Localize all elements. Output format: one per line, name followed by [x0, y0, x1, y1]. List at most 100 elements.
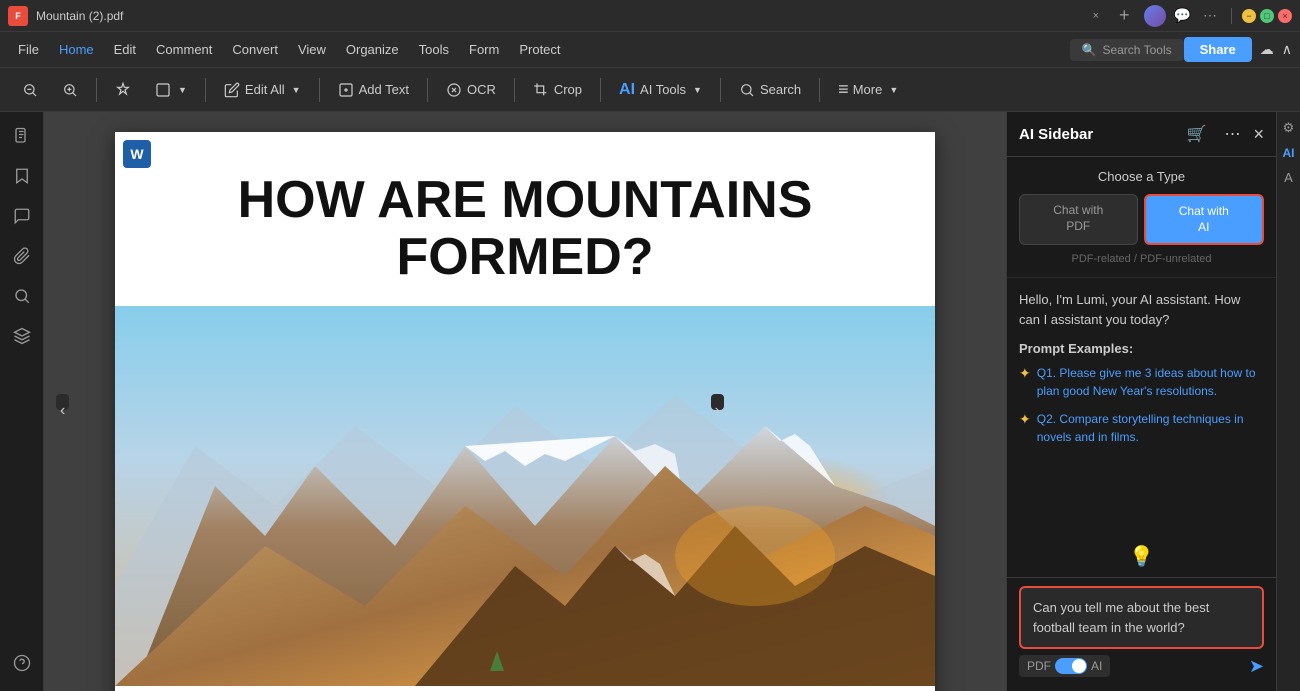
separator-7	[720, 78, 721, 102]
nav-prev-button[interactable]: ‹	[56, 394, 69, 410]
prompt-item-2: ✦ Q2. Compare storytelling techniques in…	[1019, 410, 1264, 446]
search-tools-label: Search Tools	[1102, 43, 1171, 57]
minimize-button[interactable]: −	[1242, 9, 1256, 23]
sidebar-item-help[interactable]	[6, 647, 38, 679]
shape-dropdown-arrow: ▼	[178, 85, 187, 95]
ai-sidebar-title: AI Sidebar	[1019, 126, 1174, 143]
chat-input[interactable]: Can you tell me about the best football …	[1019, 586, 1264, 649]
sidebar-item-search[interactable]	[6, 280, 38, 312]
right-panel-strip: ⚙ AI A	[1276, 112, 1300, 691]
ocr-icon	[446, 82, 462, 98]
ai-tools-button[interactable]: AI AI Tools ▼	[609, 76, 712, 104]
menubar: File Home Edit Comment Convert View Orga…	[0, 32, 1300, 68]
separator-2	[205, 78, 206, 102]
nav-next-button[interactable]: ›	[711, 394, 724, 410]
menu-edit[interactable]: Edit	[104, 38, 146, 61]
edit-all-button[interactable]: Edit All ▼	[214, 77, 311, 103]
lightbulb-icon: 💡	[1129, 544, 1154, 569]
prompt-text-1[interactable]: Q1. Please give me 3 ideas about how to …	[1037, 364, 1264, 400]
toggle-switch[interactable]	[1055, 658, 1087, 674]
ai-close-button[interactable]: ×	[1253, 124, 1264, 145]
chat-with-pdf-button[interactable]: Chat with PDF	[1019, 194, 1138, 245]
chat-with-ai-button[interactable]: Chat with AI	[1144, 194, 1265, 245]
chevron-up-icon[interactable]: ∧	[1282, 41, 1292, 58]
add-tab-button[interactable]: +	[1113, 5, 1136, 26]
search-tools-input[interactable]: 🔍 Search Tools	[1070, 39, 1184, 61]
search-icon	[739, 82, 755, 98]
add-text-button[interactable]: Add Text	[328, 77, 419, 103]
lightbulb-area: 💡	[1007, 536, 1276, 577]
menu-tools[interactable]: Tools	[409, 38, 459, 61]
settings-icon[interactable]: ⚙	[1283, 120, 1295, 136]
tab-filename: Mountain (2).pdf	[36, 9, 1079, 23]
menu-comment[interactable]: Comment	[146, 38, 222, 61]
menu-view[interactable]: View	[288, 38, 336, 61]
menu-protect[interactable]: Protect	[509, 38, 570, 61]
comment-icon	[13, 207, 31, 225]
cloud-icon[interactable]: ☁	[1260, 41, 1274, 58]
pdf-toggle-label[interactable]: PDF AI	[1019, 655, 1110, 677]
chat-icon[interactable]: 💬	[1170, 7, 1195, 24]
sidebar-item-attachments[interactable]	[6, 240, 38, 272]
share-button[interactable]: Share	[1184, 37, 1252, 62]
greeting-message: Hello, I'm Lumi, your AI assistant. How …	[1019, 290, 1264, 329]
prompt-text-2[interactable]: Q2. Compare storytelling techniques in n…	[1037, 410, 1264, 446]
word-icon: W	[123, 140, 151, 168]
mountain-svg	[115, 306, 935, 686]
menu-file[interactable]: File	[8, 38, 49, 61]
sidebar-item-comments[interactable]	[6, 200, 38, 232]
chat-area: Hello, I'm Lumi, your AI assistant. How …	[1007, 278, 1276, 536]
zoom-in-button[interactable]	[52, 77, 88, 103]
ocr-button[interactable]: OCR	[436, 77, 506, 103]
type-buttons: Chat with PDF Chat with AI	[1019, 194, 1264, 245]
menu-organize[interactable]: Organize	[336, 38, 409, 61]
edit-all-label: Edit All	[245, 82, 285, 97]
separator-1	[96, 78, 97, 102]
avatar	[1144, 5, 1166, 27]
pages-icon	[13, 127, 31, 145]
toggle-knob	[1072, 659, 1086, 673]
close-window-button[interactable]: ×	[1278, 9, 1292, 23]
edit-all-arrow: ▼	[292, 85, 301, 95]
edit-icon	[224, 82, 240, 98]
pdf-viewer[interactable]: W HOW ARE MOUNTAINS FORMED?	[44, 112, 1006, 691]
pdf-mountain-image	[115, 306, 935, 686]
ai-right-icon[interactable]: AI	[1283, 146, 1295, 160]
prompt-item-1: ✦ Q1. Please give me 3 ideas about how t…	[1019, 364, 1264, 400]
sidebar-item-layers[interactable]	[6, 320, 38, 352]
shape-button[interactable]: ▼	[145, 77, 197, 103]
pdf-label: PDF	[1027, 659, 1051, 673]
maximize-button[interactable]: □	[1260, 9, 1274, 23]
search-button[interactable]: Search	[729, 77, 811, 103]
translate-icon[interactable]: A	[1284, 170, 1293, 185]
input-area: Can you tell me about the best football …	[1007, 577, 1276, 691]
sidebar-item-pages[interactable]	[6, 120, 38, 152]
separator-5	[514, 78, 515, 102]
choose-type-label: Choose a Type	[1019, 169, 1264, 184]
more-options-icon[interactable]: ⋯	[1199, 7, 1221, 24]
app-logo: F	[8, 6, 28, 26]
ai-sidebar-header: AI Sidebar 🛒 ⋯ ×	[1007, 112, 1276, 157]
separator-3	[319, 78, 320, 102]
more-button[interactable]: ≡ More ▼	[828, 74, 908, 105]
ai-options-icon[interactable]: ⋯	[1219, 122, 1245, 146]
close-tab-button[interactable]: ×	[1087, 8, 1105, 24]
zoom-out-icon	[22, 82, 38, 98]
menu-convert[interactable]: Convert	[222, 38, 288, 61]
cart-icon[interactable]: 🛒	[1182, 122, 1212, 146]
more-icon: ≡	[838, 79, 848, 100]
pdf-document-title: HOW ARE MOUNTAINS FORMED?	[115, 132, 935, 306]
zoom-out-button[interactable]	[12, 77, 48, 103]
chat-input-text: Can you tell me about the best football …	[1033, 600, 1209, 635]
pdf-toggle[interactable]	[1055, 658, 1087, 674]
menu-home[interactable]: Home	[49, 38, 104, 61]
ai-tools-arrow: ▼	[693, 85, 702, 95]
crop-icon	[533, 82, 549, 98]
send-button[interactable]: ➤	[1249, 656, 1264, 677]
type-section: Choose a Type Chat with PDF Chat with AI…	[1007, 157, 1276, 278]
menu-form[interactable]: Form	[459, 38, 509, 61]
sidebar-bottom	[6, 647, 38, 691]
sidebar-item-bookmarks[interactable]	[6, 160, 38, 192]
highlight-button[interactable]	[105, 77, 141, 103]
crop-button[interactable]: Crop	[523, 77, 592, 103]
